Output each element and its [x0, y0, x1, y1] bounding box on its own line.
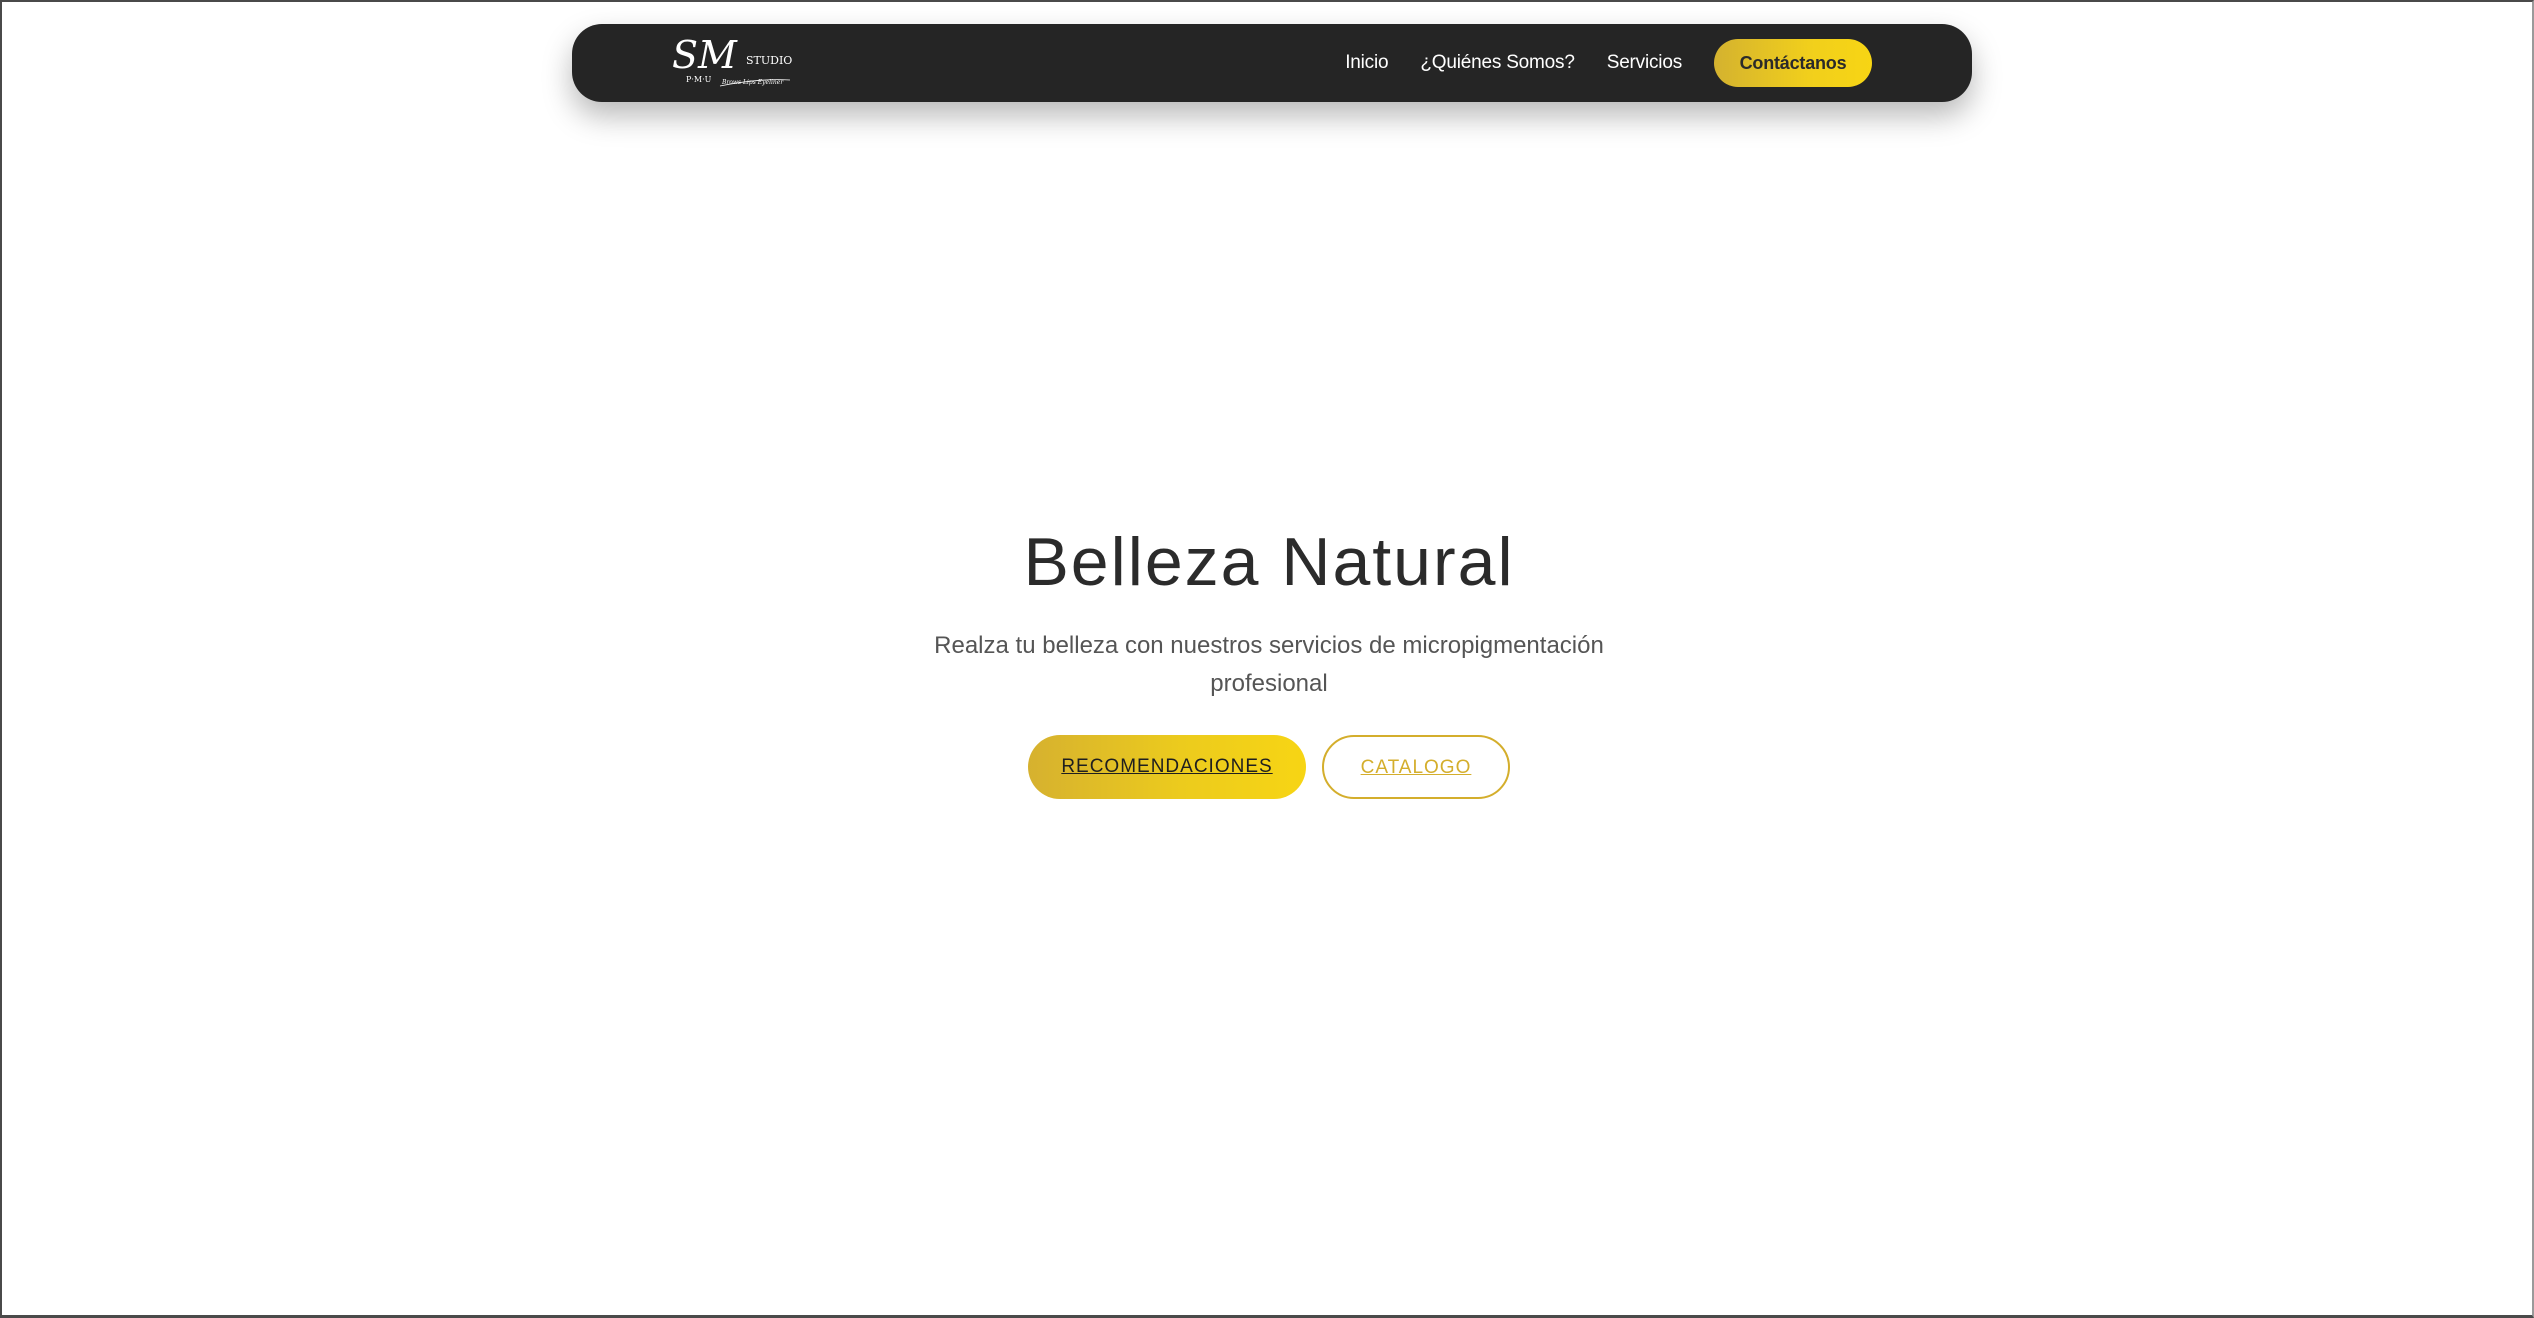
- catalog-button[interactable]: CATALOGO: [1322, 735, 1510, 799]
- logo-monogram: SM: [672, 34, 738, 77]
- hero-title: Belleza Natural: [1023, 524, 1515, 600]
- hero-buttons: RECOMENDACIONES CATALOGO: [2, 735, 2534, 799]
- nav-links: Inicio ¿Quiénes Somos? Servicios Contáct…: [1345, 24, 1872, 102]
- contact-button[interactable]: Contáctanos: [1714, 39, 1872, 87]
- hero-subtitle: Realza tu belleza con nuestros servicios…: [934, 632, 1604, 697]
- recommendations-button[interactable]: RECOMENDACIONES: [1028, 735, 1306, 799]
- nav-link-quienes-somos[interactable]: ¿Quiénes Somos?: [1420, 52, 1575, 74]
- nav-link-servicios[interactable]: Servicios: [1607, 52, 1682, 74]
- logo-icon: SM STUDIO P·M·U Brows Lips Eyeliner: [672, 34, 792, 87]
- logo-tagline: P·M·U: [686, 75, 712, 84]
- logo-wordmark: STUDIO: [746, 54, 792, 67]
- browser-viewport: SM STUDIO P·M·U Brows Lips Eyeliner Inic…: [0, 0, 2534, 1318]
- sm-studio-logo[interactable]: SM STUDIO P·M·U Brows Lips Eyeliner: [670, 34, 800, 92]
- nav-link-inicio[interactable]: Inicio: [1345, 52, 1388, 74]
- top-navbar: SM STUDIO P·M·U Brows Lips Eyeliner Inic…: [572, 24, 1972, 102]
- logo-script-line: Brows Lips Eyeliner: [721, 79, 784, 86]
- hero-section: Belleza Natural Realza tu belleza con nu…: [2, 517, 2534, 799]
